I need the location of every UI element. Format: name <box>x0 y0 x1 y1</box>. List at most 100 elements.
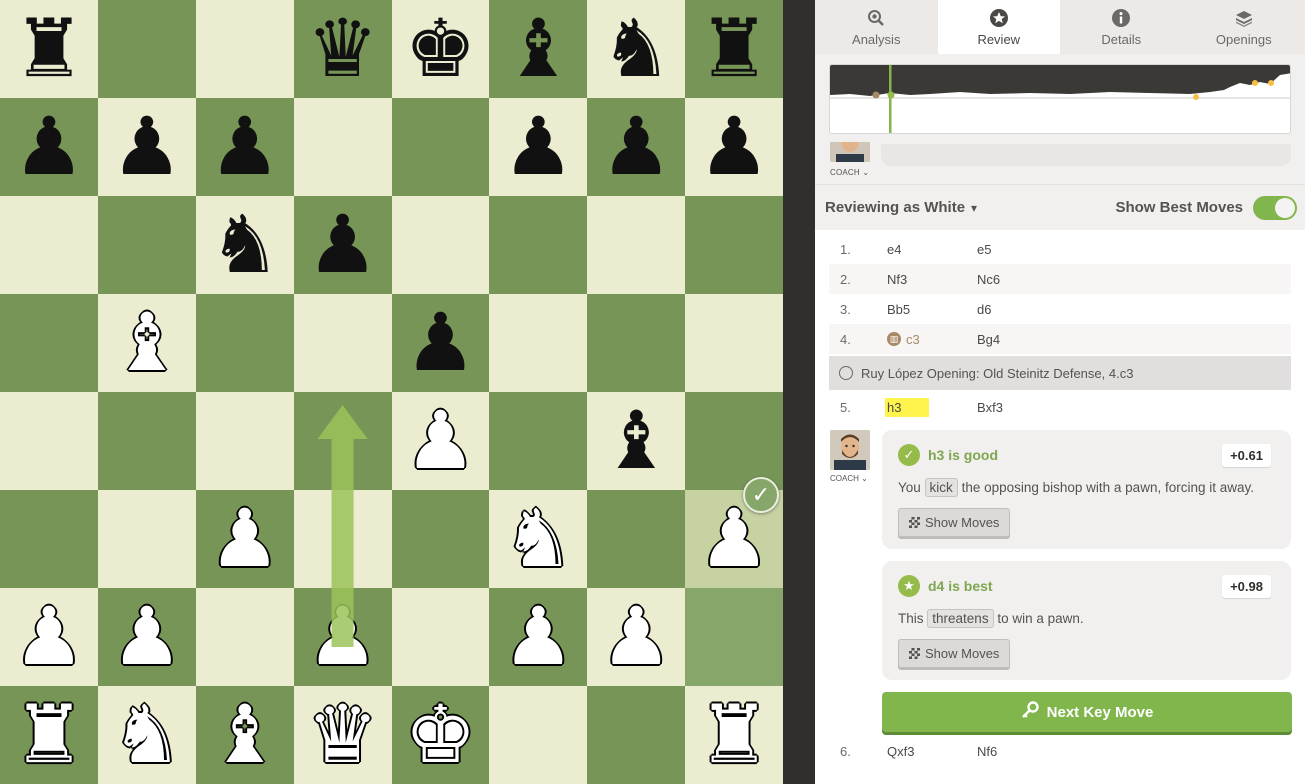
square-e1[interactable]: ♚ <box>391 686 490 784</box>
black-knight-icon[interactable]: ♞ <box>600 9 672 89</box>
white-pawn-icon[interactable]: ♟ <box>111 597 183 677</box>
white-king-icon[interactable]: ♚ <box>405 695 477 775</box>
square-e8[interactable]: ♚ <box>391 0 490 98</box>
square-g1[interactable] <box>587 686 686 784</box>
tab-analysis[interactable]: Analysis <box>815 0 938 54</box>
coach-avatar[interactable] <box>830 430 870 470</box>
square-a6[interactable] <box>0 196 98 294</box>
white-move[interactable]: Qxf3 <box>887 744 977 759</box>
square-b3[interactable] <box>97 490 196 588</box>
white-queen-icon[interactable]: ♛ <box>307 695 379 775</box>
black-bishop-icon[interactable]: ♝ <box>600 401 672 481</box>
square-b2[interactable]: ♟ <box>97 588 196 686</box>
black-pawn-icon[interactable]: ♟ <box>13 107 85 187</box>
white-bishop-icon[interactable]: ♝ <box>209 695 281 775</box>
chess-board-area[interactable]: ♜ ♛ ♚ ♝ ♞ ♜ ♟ ♟ ♟ ♟ ♟ ♟ ♞ ♟ ♝ ♟ ♟ ♝ ♟ ♞ ♟ ♟ ♟ ♟ ♟ ♟ ♜ ♞ ♝ ♛ ♚ ♜ ✓ <box>0 0 783 784</box>
black-knight-icon[interactable]: ♞ <box>209 205 281 285</box>
black-pawn-icon[interactable]: ♟ <box>698 107 770 187</box>
square-h1[interactable]: ♜ <box>685 686 783 784</box>
square-d3[interactable] <box>293 490 392 588</box>
square-g2[interactable]: ♟ <box>587 588 686 686</box>
white-rook-icon[interactable]: ♜ <box>698 695 770 775</box>
square-b1[interactable]: ♞ <box>97 686 196 784</box>
show-best-moves-toggle[interactable] <box>1253 195 1297 220</box>
square-f5[interactable] <box>489 294 588 392</box>
square-h8[interactable]: ♜ <box>685 0 783 98</box>
black-pawn-icon[interactable]: ♟ <box>600 107 672 187</box>
square-e6[interactable] <box>391 196 490 294</box>
white-knight-icon[interactable]: ♞ <box>111 695 183 775</box>
square-f1[interactable] <box>489 686 588 784</box>
square-g3[interactable] <box>587 490 686 588</box>
square-c3[interactable]: ♟ <box>195 490 294 588</box>
black-king-icon[interactable]: ♚ <box>405 9 477 89</box>
square-d6[interactable]: ♟ <box>293 196 392 294</box>
black-move[interactable]: d6 <box>977 302 1077 317</box>
square-f4[interactable] <box>489 392 588 490</box>
white-pawn-icon[interactable]: ♟ <box>502 597 574 677</box>
white-rook-icon[interactable]: ♜ <box>13 695 85 775</box>
square-b6[interactable] <box>97 196 196 294</box>
square-g8[interactable]: ♞ <box>587 0 686 98</box>
square-c4[interactable] <box>195 392 294 490</box>
black-rook-icon[interactable]: ♜ <box>13 9 85 89</box>
square-a8[interactable]: ♜ <box>0 0 98 98</box>
square-c8[interactable] <box>195 0 294 98</box>
white-move[interactable]: Nf3 <box>887 272 977 287</box>
show-moves-button[interactable]: Show Moves <box>898 508 1011 537</box>
black-move[interactable]: Bxf3 <box>977 400 1077 415</box>
white-pawn-icon[interactable]: ♟ <box>307 597 379 677</box>
square-d2[interactable]: ♟ <box>293 588 392 686</box>
black-move[interactable]: Nc6 <box>977 272 1077 287</box>
tab-openings[interactable]: Openings <box>1183 0 1305 54</box>
square-a7[interactable]: ♟ <box>0 98 98 196</box>
black-move[interactable]: e5 <box>977 242 1077 257</box>
white-move[interactable]: ▥ c3 <box>887 332 977 347</box>
square-h7[interactable]: ♟ <box>685 98 783 196</box>
square-c7[interactable]: ♟ <box>195 98 294 196</box>
opening-name-row[interactable]: Ruy López Opening: Old Steinitz Defense,… <box>829 356 1291 390</box>
square-e3[interactable] <box>391 490 490 588</box>
square-g6[interactable] <box>587 196 686 294</box>
square-g5[interactable] <box>587 294 686 392</box>
evaluation-graph[interactable] <box>829 64 1291 134</box>
square-e2[interactable] <box>391 588 490 686</box>
square-f2[interactable]: ♟ <box>489 588 588 686</box>
square-c6[interactable]: ♞ <box>195 196 294 294</box>
square-f8[interactable]: ♝ <box>489 0 588 98</box>
square-d4[interactable] <box>293 392 392 490</box>
black-bishop-icon[interactable]: ♝ <box>502 9 574 89</box>
square-h2[interactable] <box>685 588 783 686</box>
square-c2[interactable] <box>195 588 294 686</box>
square-d5[interactable] <box>293 294 392 392</box>
square-d8[interactable]: ♛ <box>293 0 392 98</box>
square-e7[interactable] <box>391 98 490 196</box>
square-d7[interactable] <box>293 98 392 196</box>
black-move[interactable]: Bg4 <box>977 332 1077 347</box>
white-move[interactable]: Bb5 <box>887 302 977 317</box>
black-queen-icon[interactable]: ♛ <box>307 9 379 89</box>
black-pawn-icon[interactable]: ♟ <box>307 205 379 285</box>
keyword-chip[interactable]: threatens <box>927 609 994 628</box>
square-a3[interactable] <box>0 490 98 588</box>
white-bishop-icon[interactable]: ♝ <box>111 303 183 383</box>
chess-board[interactable]: ♜ ♛ ♚ ♝ ♞ ♜ ♟ ♟ ♟ ♟ ♟ ♟ ♞ ♟ ♝ ♟ ♟ ♝ ♟ ♞ ♟ ♟ ♟ ♟ ♟ ♟ ♜ ♞ ♝ ♛ ♚ ♜ <box>0 0 783 784</box>
square-h5[interactable] <box>685 294 783 392</box>
square-e4[interactable]: ♟ <box>391 392 490 490</box>
square-h6[interactable] <box>685 196 783 294</box>
white-pawn-icon[interactable]: ♟ <box>209 499 281 579</box>
white-pawn-icon[interactable]: ♟ <box>600 597 672 677</box>
black-pawn-icon[interactable]: ♟ <box>209 107 281 187</box>
square-a4[interactable] <box>0 392 98 490</box>
white-move[interactable]: e4 <box>887 242 977 257</box>
square-c1[interactable]: ♝ <box>195 686 294 784</box>
square-b5[interactable]: ♝ <box>97 294 196 392</box>
square-g4[interactable]: ♝ <box>587 392 686 490</box>
square-d1[interactable]: ♛ <box>293 686 392 784</box>
square-b7[interactable]: ♟ <box>97 98 196 196</box>
selected-move[interactable]: h3 <box>885 397 930 417</box>
square-f7[interactable]: ♟ <box>489 98 588 196</box>
square-b4[interactable] <box>97 392 196 490</box>
black-pawn-icon[interactable]: ♟ <box>111 107 183 187</box>
black-move[interactable]: Nf6 <box>977 744 1077 759</box>
